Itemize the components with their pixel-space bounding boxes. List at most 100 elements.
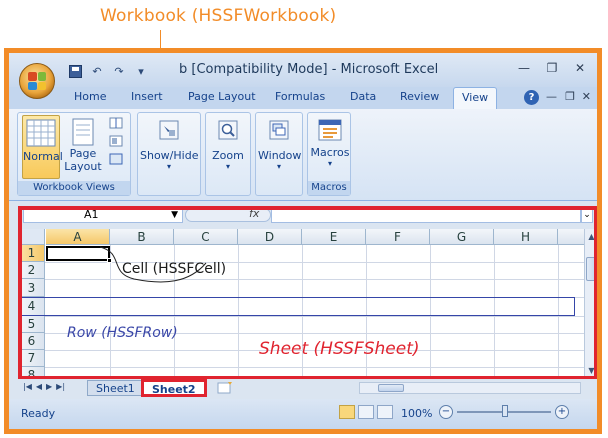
sheet-nav-buttons: |◀ ◀ ▶ ▶| (23, 382, 65, 391)
macros-button[interactable]: Macros ▾ (310, 115, 350, 179)
macros-button-label: Macros (310, 146, 350, 159)
zoom-slider-thumb[interactable] (502, 405, 508, 417)
workbook-annotation: Workbook (HSSFWorkbook) (100, 6, 337, 26)
group-macros: Macros ▾ Macros (307, 112, 351, 196)
scroll-down-icon[interactable]: ▼ (586, 365, 597, 377)
horizontal-scroll-thumb[interactable] (378, 384, 404, 392)
customize-toolbar-icon[interactable]: ▾ (133, 63, 149, 79)
window-button[interactable]: Window ▾ (258, 115, 302, 193)
column-header-i[interactable] (558, 229, 584, 245)
tab-formulas[interactable]: Formulas (275, 90, 325, 103)
window-label: Window (258, 149, 302, 162)
column-header-g[interactable]: G (430, 229, 494, 245)
zoom-button[interactable]: Zoom ▾ (208, 115, 248, 193)
macros-dropdown-icon: ▾ (327, 159, 332, 168)
tab-insert[interactable]: Insert (131, 90, 163, 103)
normal-view-icon (26, 119, 56, 147)
row-header-6[interactable]: 6 (19, 333, 45, 350)
status-bar: Ready 100% − + (9, 399, 597, 429)
row-header-1[interactable]: 1 (19, 245, 45, 262)
sheet-tab-bar: |◀ ◀ ▶ ▶| Sheet1 Sheet2 (9, 379, 597, 397)
zoom-out-icon[interactable]: − (439, 405, 453, 419)
excel-window: ↶ ↷ ▾ b [Compatibility Mode] - Microsoft… (4, 48, 602, 434)
restore-icon[interactable]: ❐ (541, 59, 563, 77)
horizontal-scrollbar[interactable] (359, 382, 581, 394)
name-box[interactable]: A1 ▼ (23, 207, 183, 223)
tab-data[interactable]: Data (350, 90, 376, 103)
page-layout-view-button[interactable]: Page Layout (64, 115, 102, 179)
prev-sheet-icon[interactable]: ◀ (36, 382, 42, 391)
tab-home[interactable]: Home (74, 90, 106, 103)
row-header-7[interactable]: 7 (19, 350, 45, 367)
row-header-5[interactable]: 5 (19, 316, 45, 333)
ribbon-minimize-icon[interactable]: — (546, 90, 557, 103)
ribbon-restore-icon[interactable]: ❐ (565, 90, 575, 103)
name-box-dropdown-icon[interactable]: ▼ (171, 208, 178, 222)
vertical-scroll-thumb[interactable] (586, 257, 597, 281)
formula-bar: A1 ▼ fx ⌄ (9, 203, 597, 227)
zoom-group-label: Zoom (212, 149, 244, 162)
zoom-in-icon[interactable]: + (555, 405, 569, 419)
ribbon-tabs: Home Insert Page Layout Formulas Data Re… (9, 87, 597, 109)
show-hide-icon (159, 120, 179, 140)
group-workbook-views: Normal Page Layout Workbook Views (17, 112, 131, 196)
cell-annotation: Cell (HSSFCell) (122, 261, 227, 277)
full-screen-icon[interactable] (108, 153, 124, 167)
minimize-icon[interactable]: — (513, 59, 535, 77)
window-controls: — ❐ ✕ (513, 59, 591, 77)
tab-page-layout[interactable]: Page Layout (188, 90, 256, 103)
next-sheet-icon[interactable]: ▶ (46, 382, 52, 391)
page-break-preview-icon[interactable] (108, 117, 124, 131)
row-4-highlight (19, 297, 575, 316)
view-shortcuts (339, 405, 393, 419)
select-all-button[interactable] (19, 229, 45, 245)
vertical-scrollbar[interactable]: ▲ ▼ (584, 229, 597, 379)
window-dropdown-icon: ▾ (276, 162, 281, 171)
tab-review[interactable]: Review (400, 90, 439, 103)
insert-sheet-icon[interactable] (217, 381, 233, 395)
first-sheet-icon[interactable]: |◀ (23, 382, 32, 391)
normal-view-button[interactable]: Normal (22, 115, 63, 179)
redo-icon[interactable]: ↷ (111, 63, 127, 79)
expand-formula-bar-icon[interactable]: ⌄ (581, 207, 593, 223)
column-header-f[interactable]: F (366, 229, 430, 245)
row-header-2[interactable]: 2 (19, 262, 45, 279)
tab-view[interactable]: View (453, 87, 498, 109)
zoom-level[interactable]: 100% (401, 407, 432, 420)
sheet-tab-sheet1[interactable]: Sheet1 (87, 380, 144, 396)
page-layout-label-2: Layout (64, 160, 102, 173)
zoom-dropdown-icon: ▾ (225, 162, 230, 171)
custom-views-icon[interactable] (108, 135, 124, 149)
formula-input[interactable] (271, 207, 581, 223)
group-show-hide: Show/Hide ▾ (137, 112, 201, 196)
close-icon[interactable]: ✕ (569, 59, 591, 77)
page-break-shortcut-icon[interactable] (377, 405, 393, 419)
normal-view-shortcut-icon[interactable] (339, 405, 355, 419)
save-icon[interactable] (67, 63, 83, 79)
office-logo-icon (28, 72, 46, 90)
office-button[interactable] (19, 63, 55, 99)
page-layout-shortcut-icon[interactable] (358, 405, 374, 419)
sheet-annotation: Sheet (HSSFSheet) (259, 339, 420, 359)
sheet-tab-sheet2[interactable]: Sheet2 (141, 379, 207, 397)
window-title: b [Compatibility Mode] - Microsoft Excel (179, 62, 439, 77)
macros-group-label: Macros (308, 181, 350, 195)
last-sheet-icon[interactable]: ▶| (56, 382, 65, 391)
column-header-h[interactable]: H (494, 229, 558, 245)
insert-function-icon[interactable]: fx (249, 207, 259, 220)
help-icon[interactable]: ? (524, 90, 539, 105)
window-icon (269, 120, 289, 140)
ribbon-close-icon[interactable]: ✕ (582, 90, 591, 103)
group-window: Window ▾ (255, 112, 303, 196)
column-header-d[interactable]: D (238, 229, 302, 245)
macros-icon (318, 119, 342, 141)
column-header-e[interactable]: E (302, 229, 366, 245)
scroll-up-icon[interactable]: ▲ (586, 231, 597, 243)
gridline (45, 367, 584, 368)
show-hide-dropdown-icon: ▾ (166, 162, 171, 171)
show-hide-button[interactable]: Show/Hide ▾ (140, 115, 198, 193)
undo-icon[interactable]: ↶ (89, 63, 105, 79)
row-header-3[interactable]: 3 (19, 279, 45, 297)
status-ready: Ready (21, 407, 56, 420)
row-header-8[interactable]: 8 (19, 367, 45, 379)
